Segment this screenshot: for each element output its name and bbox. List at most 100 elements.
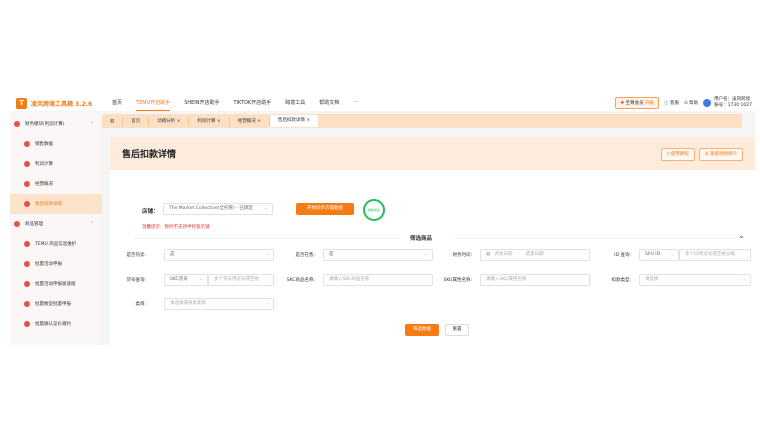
sidebar: 财务模块(利润计算) ⌃ 销售数据利润计算经营概况售后扣款详情 商品管理 ⌃ TEMU 商… bbox=[10, 114, 102, 345]
nav-more[interactable]: ··· bbox=[353, 95, 358, 111]
code-placeholder: 多个货号用逗号或空格 bbox=[214, 277, 259, 282]
menu-item-icon bbox=[24, 301, 30, 307]
date-sep: - bbox=[518, 252, 520, 257]
sidebar-item[interactable]: 经营概况 bbox=[10, 174, 102, 194]
chevron-up-icon[interactable]: ⌃ bbox=[90, 222, 94, 227]
shop-value: The Market Collective(全托管) - 已绑定 bbox=[169, 206, 253, 211]
reset-button[interactable]: 重置 bbox=[445, 324, 469, 336]
sidebar-item-label: 经营概况 bbox=[35, 182, 53, 187]
service-button[interactable]: ⓘ 客服 bbox=[664, 100, 679, 106]
status-badge: 授权成功 bbox=[363, 199, 385, 221]
tab-bar: ▥ 首页 动销分析 × 利润计算 × 经营概况 × 售后扣款详情 × bbox=[102, 114, 742, 128]
nav-shein[interactable]: SHEIN开店助手 bbox=[184, 95, 219, 111]
tab-label: 首页 bbox=[131, 118, 141, 124]
close-icon[interactable]: × bbox=[306, 118, 310, 123]
cat-label: 类目: bbox=[135, 302, 146, 307]
onsale-select[interactable]: 是 ⌄ bbox=[323, 249, 433, 261]
tab-home[interactable]: 首页 bbox=[123, 116, 150, 126]
end-date[interactable]: 结束日期 bbox=[526, 252, 544, 257]
filter-button[interactable]: 筛选数据 bbox=[405, 324, 439, 336]
help-button[interactable]: ⊙ 帮助 bbox=[684, 100, 698, 106]
sidebar-group[interactable]: 财务模块(利润计算) ⌃ bbox=[10, 114, 102, 134]
app-window: T 凌风跨境工具箱 3.2.6 首页 TEMU开店助手 SHEIN开店助手 TIK… bbox=[10, 95, 755, 345]
sku-input[interactable]: 请输入SKU属性名称 bbox=[480, 274, 590, 286]
skc-label: SKC商品名称: bbox=[286, 278, 315, 283]
nav-temu[interactable]: TEMU开店助手 bbox=[136, 95, 171, 111]
menu-item-icon bbox=[24, 281, 30, 287]
sidebar-item-label: 利润计算 bbox=[35, 162, 53, 167]
id-type: SPU ID bbox=[645, 252, 661, 257]
tab-label: 经营概况 bbox=[237, 118, 256, 124]
chevron-down-icon: ⌄ bbox=[670, 252, 674, 257]
sidebar-item-label: 批量活动申报极速版 bbox=[35, 282, 76, 287]
close-icon[interactable]: × bbox=[177, 119, 181, 124]
divider bbox=[455, 238, 735, 239]
shop-select[interactable]: The Market Collective(全托管) - 已绑定 ⌄ bbox=[163, 203, 273, 215]
sidebar-item[interactable]: 批量确认竞价邀约 bbox=[10, 314, 102, 334]
sidebar-item[interactable]: 批量催促批量申报 bbox=[10, 294, 102, 314]
sidebar-group[interactable]: 商品管理 ⌃ bbox=[10, 214, 102, 234]
start-date[interactable]: 开始日期 bbox=[495, 252, 513, 257]
nav-home[interactable]: 首页 bbox=[112, 95, 122, 111]
code-type-select[interactable]: SKC货号 ⌄ bbox=[164, 274, 208, 286]
hot-select[interactable]: 是 ⌄ bbox=[164, 249, 274, 261]
tab-profit[interactable]: 利润计算 × bbox=[189, 116, 230, 126]
id-label: ID 查询: bbox=[614, 253, 631, 258]
menu-item-icon bbox=[14, 121, 20, 127]
cat-placeholder: 请选择或搜索类目 bbox=[170, 301, 206, 306]
skc-input[interactable]: 请输入SKC商品名称 bbox=[323, 274, 433, 286]
id-input[interactable]: 多个ID用逗号或空格分隔 bbox=[679, 249, 751, 261]
deduct-label: 扣款类型: bbox=[611, 278, 631, 283]
menu-item-icon bbox=[24, 201, 30, 207]
tab-overview[interactable]: 经营概况 × bbox=[230, 116, 270, 126]
sku-placeholder: 请输入SKU属性名称 bbox=[486, 277, 527, 282]
sidebar-item[interactable]: 售后扣款详情 bbox=[10, 194, 102, 214]
code-input[interactable]: 多个货号用逗号或空格 bbox=[208, 274, 274, 286]
tab-deduction-details[interactable]: 售后扣款详情 × bbox=[269, 115, 319, 127]
close-icon[interactable]: × bbox=[217, 119, 221, 124]
sidebar-item[interactable]: 批量活动申报 bbox=[10, 254, 102, 274]
tutorial-label: 使用教程 bbox=[670, 151, 689, 157]
user-avatar-icon bbox=[703, 99, 712, 107]
category-select[interactable]: 请选择或搜索类目 ⌄ bbox=[164, 298, 274, 310]
chevron-down-icon: ⌄ bbox=[265, 252, 269, 257]
collapse-chevron-icon[interactable]: ⌄ bbox=[738, 231, 745, 240]
app-name: 凌风跨境工具箱 3.2.6 bbox=[31, 100, 93, 108]
username: 用户名：凌风跨境 bbox=[714, 97, 751, 102]
sidebar-item-label: 财务模块(利润计算) bbox=[25, 122, 65, 127]
vip-button[interactable]: ✚ 至尊会员 升级 bbox=[615, 97, 660, 109]
video-button[interactable]: ⊛ 观看视频简介 bbox=[698, 147, 743, 161]
nav-docs[interactable]: 帮助文档 bbox=[319, 95, 339, 111]
close-icon[interactable]: × bbox=[257, 119, 261, 124]
tabs-menu-icon[interactable]: ▥ bbox=[102, 116, 124, 126]
skc-placeholder: 请输入SKC商品名称 bbox=[329, 277, 370, 282]
account: 账号：1730 1027 bbox=[714, 103, 752, 108]
chevron-down-icon: ⌄ bbox=[264, 206, 268, 211]
sidebar-item[interactable]: 利润计算 bbox=[10, 154, 102, 174]
deduct-select[interactable]: 请选择 ⌄ bbox=[639, 274, 751, 286]
nav-tiktok[interactable]: TIKTOK开店助手 bbox=[234, 95, 272, 111]
sync-button[interactable]: 开始同步店铺数据 bbox=[296, 203, 354, 215]
id-type-select[interactable]: SPU ID ⌄ bbox=[639, 249, 679, 261]
date-range-input[interactable]: ▦ 开始日期 - 结束日期 bbox=[480, 249, 590, 261]
section-title: 筛选商品 bbox=[410, 236, 433, 242]
tab-label: 动销分析 bbox=[157, 118, 176, 124]
code-type: SKC货号 bbox=[170, 277, 188, 282]
shop-label: 店铺： bbox=[142, 209, 159, 215]
sidebar-item[interactable]: 销售数据 bbox=[10, 134, 102, 154]
warning-text: 温馨提示：暂时不支持半托管店铺 bbox=[142, 225, 210, 230]
sidebar-item[interactable]: TEMU 商品信息维护 bbox=[10, 234, 102, 254]
service-label: 客服 bbox=[669, 101, 679, 106]
help-label: 帮助 bbox=[689, 101, 699, 106]
calendar-icon: ▦ bbox=[486, 252, 491, 257]
tab-label: 利润计算 bbox=[197, 118, 216, 124]
tab-sales-analysis[interactable]: 动销分析 × bbox=[149, 116, 190, 126]
deduct-placeholder: 请选择 bbox=[645, 277, 659, 282]
nav-tools[interactable]: 跨境工具 bbox=[285, 95, 305, 111]
chevron-down-icon: ⌄ bbox=[265, 301, 269, 306]
chevron-up-icon[interactable]: ⌃ bbox=[90, 122, 94, 127]
sidebar-item[interactable]: 批量活动申报极速版 bbox=[10, 274, 102, 294]
sidebar-item-label: 销售数据 bbox=[35, 142, 53, 147]
user-info[interactable]: 用户名：凌风跨境 账号：1730 1027 bbox=[703, 97, 752, 109]
tutorial-button[interactable]: ▯ 使用教程 bbox=[660, 147, 695, 161]
